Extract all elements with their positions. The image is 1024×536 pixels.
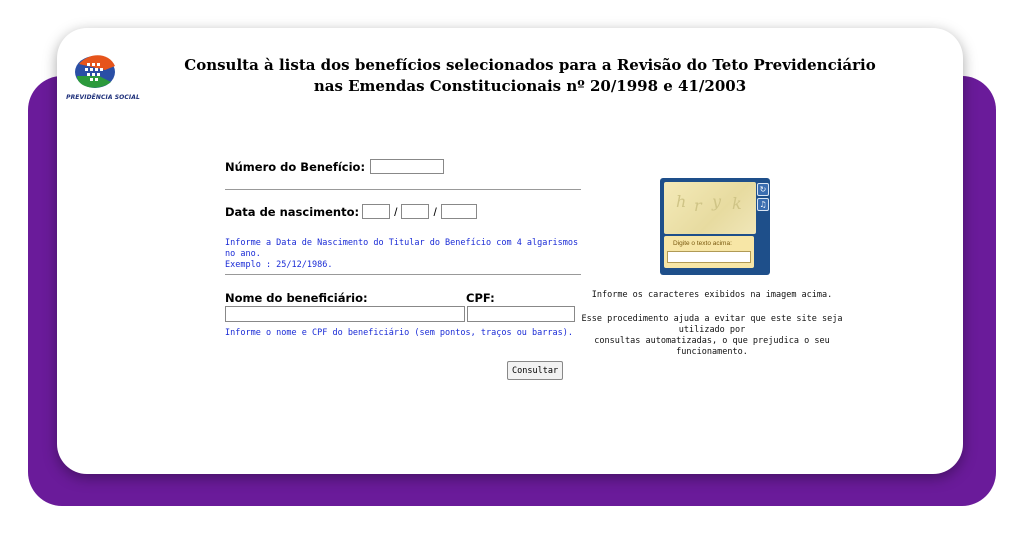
refresh-icon[interactable]: ↻ (757, 183, 769, 196)
logo-text: PREVIDÊNCIA SOCIAL (66, 94, 140, 101)
captcha-answer-area: Digite o texto acima: (664, 236, 754, 268)
nascimento-hint-text: Informe a Data de Nascimento do Titular … (225, 238, 579, 259)
nascimento-hint: Informe a Data de Nascimento do Titular … (225, 238, 585, 271)
cpf-label: CPF: (466, 291, 495, 305)
page-card: PREVIDÊNCIA SOCIAL Consulta à lista dos … (57, 28, 963, 474)
nascimento-label: Data de nascimento: (225, 204, 360, 219)
captcha-image: h r y k (664, 182, 756, 234)
nascimento-row: Data de nascimento: / / (225, 204, 477, 219)
nome-label-row: Nome do beneficiário: (225, 291, 368, 305)
date-separator: / (433, 204, 437, 219)
nome-cpf-inputs (225, 306, 575, 322)
captcha-input[interactable] (667, 251, 751, 263)
date-separator: / (394, 204, 398, 219)
captcha-explanation: Esse procedimento ajuda a evitar que est… (577, 314, 847, 358)
consultar-button[interactable]: Consultar (507, 361, 564, 380)
captcha-explanation-line1: Esse procedimento ajuda a evitar que est… (581, 314, 843, 335)
page-title: Consulta à lista dos benefícios selecion… (184, 56, 876, 95)
divider (225, 189, 581, 190)
captcha-widget: h r y k ↻ ♫ Digite o texto acima: (660, 178, 770, 275)
captcha-explanation-line2: consultas automatizadas, o que prejudica… (594, 336, 830, 357)
nascimento-month-input[interactable] (401, 204, 430, 219)
beneficio-row: Número do Benefício: (225, 159, 445, 174)
captcha-instruction: Informe os caracteres exibidos na imagem… (591, 290, 833, 300)
cpf-label-row: CPF: (466, 291, 495, 305)
audio-icon[interactable]: ♫ (757, 198, 769, 211)
previdencia-logo-icon: PREVIDÊNCIA SOCIAL (65, 54, 141, 108)
captcha-input-label: Digite o texto acima: (673, 240, 732, 247)
nascimento-year-input[interactable] (440, 204, 477, 219)
nome-label: Nome do beneficiário: (225, 291, 368, 305)
cpf-input[interactable] (467, 306, 575, 322)
nascimento-example-text: Exemplo : 25/12/1986. (225, 260, 333, 270)
beneficio-input[interactable] (370, 159, 445, 174)
divider (225, 274, 581, 275)
beneficio-label: Número do Benefício: (225, 159, 366, 174)
nome-cpf-hint: Informe o nome e CPF do beneficiário (se… (225, 328, 573, 338)
nascimento-day-input[interactable] (362, 204, 391, 219)
nome-input[interactable] (225, 306, 465, 322)
